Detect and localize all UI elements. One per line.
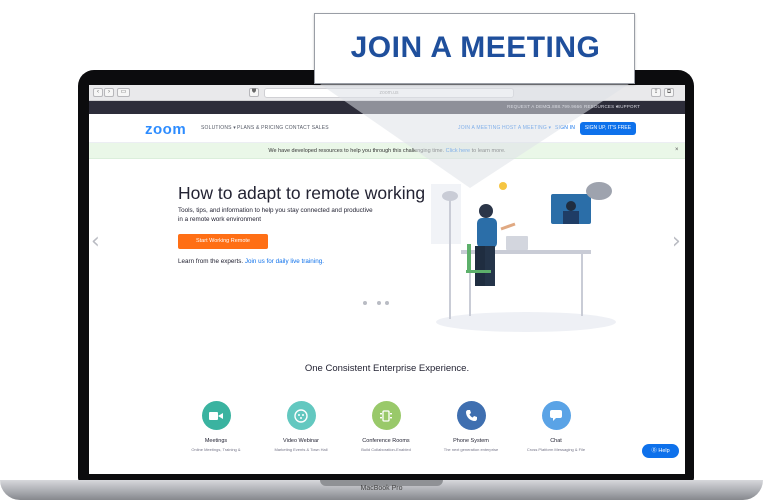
signup-button[interactable]: SIGN UP, IT'S FREE [580,122,636,135]
feature-desc: Cross Platform Messaging & File [526,447,586,452]
screen: ‹ › ▭ ⛊ zoom.us ⇪ ⧉ REQUEST A DEMO 1.888… [89,85,685,474]
chat-icon [541,401,571,430]
nav-plans-pricing[interactable]: PLANS & PRICING [237,125,283,131]
carousel-dots [363,301,423,307]
notice-banner: We have developed resources to help you … [89,143,685,159]
learn-prefix: Learn from the experts. [178,258,245,265]
sidebar-icon[interactable]: ▭ [117,88,130,97]
support-link[interactable]: SUPPORT [617,104,640,109]
hero-subtitle: Tools, tips, and information to help you… [178,207,373,223]
resources-menu[interactable]: RESOURCES ▾ [584,104,618,110]
carousel-dot[interactable] [377,301,381,305]
stage: MacBook Pro ‹ › ▭ ⛊ zoom.us ⇪ ⧉ REQUEST … [0,0,763,504]
feature-chat[interactable]: Chat Cross Platform Messaging & File [516,401,596,452]
utility-bar: REQUEST A DEMO 1.888.799.9666 RESOURCES … [89,101,685,114]
main-nav: zoom SOLUTIONS ▾ PLANS & PRICING CONTACT… [89,114,685,143]
start-working-remote-button[interactable]: Start Working Remote [178,234,268,249]
zoom-logo[interactable]: zoom [145,121,186,138]
shield-icon[interactable]: ⛊ [249,88,259,97]
daily-training-link[interactable]: Join us for daily live training. [245,258,324,265]
conference-room-icon [371,401,401,430]
chevron-right-icon[interactable]: › [672,229,681,254]
feature-name: Conference Rooms [362,438,410,444]
notice-text-after: to learn more. [470,148,506,154]
nav-contact-sales[interactable]: CONTACT SALES [285,125,329,131]
close-icon[interactable]: × [675,147,679,153]
tabs-icon[interactable]: ⧉ [664,88,674,97]
help-button[interactable]: ⓪ Help [642,444,679,458]
webinar-icon [286,401,316,430]
hero-title: How to adapt to remote working [178,183,426,203]
hero: ‹ › How to adapt to remote working Tools… [89,159,685,334]
feature-conference-rooms[interactable]: Conference Rooms Build Collaboration-Ena… [346,401,426,452]
back-icon[interactable]: ‹ [93,88,103,97]
notice-text: We have developed resources to help you … [89,148,685,154]
callout-box: JOIN A MEETING [314,13,635,84]
phone-number[interactable]: 1.888.799.9666 [548,104,582,109]
notice-link[interactable]: Click here [446,148,470,154]
carousel-dot[interactable] [363,301,367,305]
chevron-left-icon[interactable]: ‹ [91,229,100,254]
nav-sign-in[interactable]: SIGN IN [555,125,575,131]
carousel-dot[interactable] [385,301,389,305]
feature-name: Chat [550,438,562,444]
nav-join-meeting[interactable]: JOIN A MEETING [458,125,501,131]
device-label: MacBook Pro [360,485,403,492]
request-demo-link[interactable]: REQUEST A DEMO [507,104,550,109]
feature-name: Phone System [453,438,489,444]
video-camera-icon [201,401,231,430]
address-bar[interactable]: zoom.us [264,88,514,98]
share-icon[interactable]: ⇪ [651,88,661,97]
callout-label: JOIN A MEETING [350,31,601,64]
feature-desc: Marketing Events & Town Hall [274,447,328,452]
feature-name: Video Webinar [283,438,319,444]
features-title: One Consistent Enterprise Experience. [304,363,470,374]
forward-icon[interactable]: › [104,88,114,97]
nav-host-meeting[interactable]: HOST A MEETING ▾ [502,125,551,131]
browser-bar: ‹ › ▭ ⛊ zoom.us ⇪ ⧉ [89,85,685,101]
phone-icon [456,401,486,430]
feature-desc: The next generation enterprise [443,447,499,452]
feature-meetings[interactable]: Meetings Online Meetings, Training & [176,401,256,452]
feature-phone-system[interactable]: Phone System The next generation enterpr… [431,401,511,452]
notice-text-before: We have developed resources to help you … [268,148,446,154]
feature-desc: Online Meetings, Training & [191,447,241,452]
feature-name: Meetings [204,438,228,444]
feature-video-webinar[interactable]: Video Webinar Marketing Events & Town Ha… [261,401,341,452]
remote-work-illustration [431,182,616,332]
learn-text: Learn from the experts. Join us for dail… [178,258,324,265]
feature-desc: Build Collaboration-Enabled [361,447,411,452]
nav-solutions[interactable]: SOLUTIONS ▾ [201,125,236,131]
